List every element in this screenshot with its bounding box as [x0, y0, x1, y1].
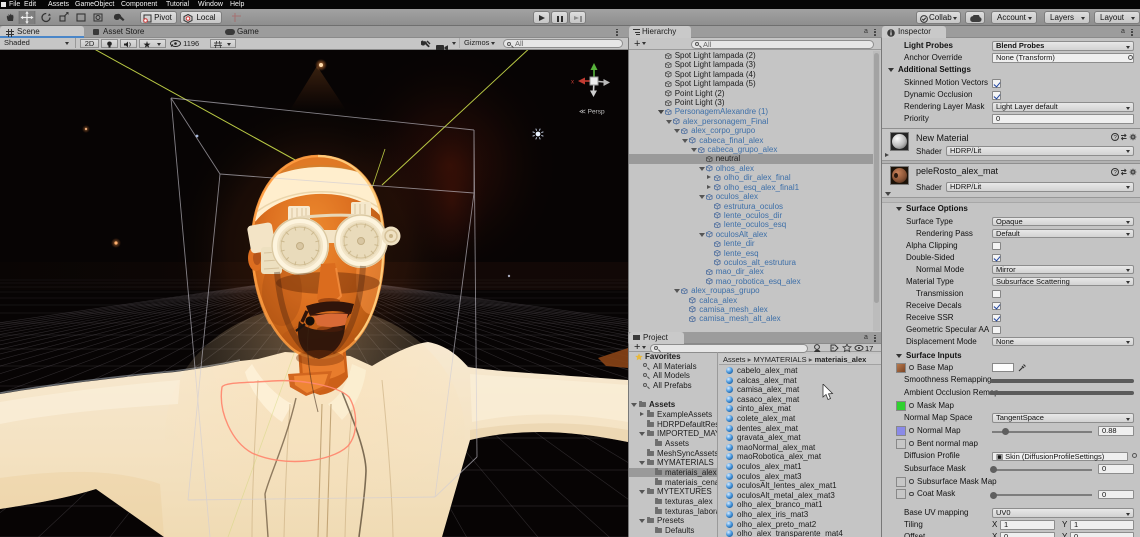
svg-text:17: 17: [865, 344, 873, 353]
svg-text:x: x: [571, 80, 574, 86]
svg-text:≪ Persp: ≪ Persp: [579, 109, 605, 116]
